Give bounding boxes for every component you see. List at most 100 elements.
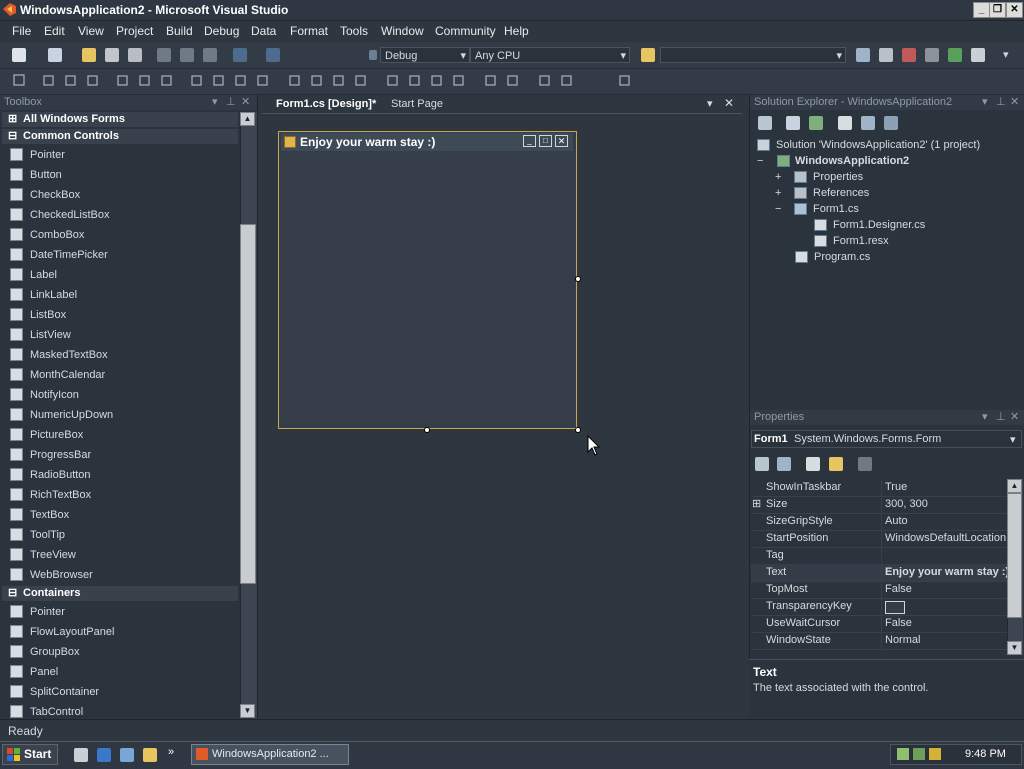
menu-data[interactable]: Data — [251, 24, 276, 38]
toolbox-item-pointer[interactable]: Pointer — [8, 146, 233, 164]
show-all-files-icon[interactable] — [786, 116, 800, 130]
toolbox-item-pointer[interactable]: Pointer — [8, 603, 233, 621]
class-diagram-icon[interactable] — [884, 116, 898, 130]
save-all-icon[interactable] — [128, 48, 142, 62]
scroll-down-button[interactable]: ▼ — [1007, 641, 1022, 655]
start-page-icon[interactable] — [948, 48, 962, 62]
close-icon[interactable]: ✕ — [1010, 95, 1019, 110]
toolbox-item-treeview[interactable]: TreeView — [8, 546, 233, 564]
config-select[interactable]: Debug ▾ — [380, 47, 470, 63]
categorized-icon[interactable] — [755, 457, 769, 471]
pin-icon[interactable]: ⊥ — [996, 410, 1006, 425]
toolbox-item-combobox[interactable]: ComboBox — [8, 226, 233, 244]
toolbox-item-groupbox[interactable]: GroupBox — [8, 643, 233, 661]
window-position-icon[interactable]: ▾ — [212, 95, 218, 110]
expand-icon[interactable]: + — [775, 169, 781, 185]
save-icon[interactable] — [105, 48, 119, 62]
resize-handle-bottom[interactable] — [424, 427, 430, 433]
events-icon[interactable] — [829, 457, 843, 471]
scroll-up-button[interactable]: ▲ — [240, 112, 255, 126]
scroll-up-button[interactable]: ▲ — [1007, 479, 1022, 493]
internet-explorer-icon[interactable] — [97, 748, 111, 762]
tray-app-icon[interactable] — [913, 748, 925, 760]
property-value[interactable]: WindowsDefaultLocation — [885, 530, 1007, 547]
properties-window-icon[interactable] — [879, 48, 893, 62]
toolbox-item-label[interactable]: Label — [8, 266, 233, 284]
toolbox-item-listbox[interactable]: ListBox — [8, 306, 233, 324]
find-combo[interactable]: ▾ — [660, 47, 846, 63]
toolbox-item-textbox[interactable]: TextBox — [8, 506, 233, 524]
platform-select[interactable]: Any CPU ▾ — [470, 47, 630, 63]
property-row-showintaskbar[interactable]: ShowInTaskbar True — [751, 479, 1007, 497]
menu-community[interactable]: Community — [435, 24, 496, 38]
command-window-icon[interactable] — [971, 48, 985, 62]
toolbox-item-richtextbox[interactable]: RichTextBox — [8, 486, 233, 504]
toolbox-item-webbrowser[interactable]: WebBrowser — [8, 566, 233, 584]
tab-list-icon[interactable]: ▾ — [707, 97, 713, 110]
toolbox-item-maskedtextbox[interactable]: MaskedTextBox — [8, 346, 233, 364]
toolbox-scroll-thumb[interactable] — [240, 224, 256, 584]
scroll-down-button[interactable]: ▼ — [240, 704, 255, 718]
property-value[interactable]: True — [885, 479, 1007, 496]
volume-icon[interactable] — [929, 748, 941, 760]
start-debug-icon[interactable] — [369, 50, 377, 60]
form-preview[interactable] — [278, 131, 577, 429]
toolbox-item-numericupdown[interactable]: NumericUpDown — [8, 406, 233, 424]
layout-toolbar-icons[interactable] — [8, 73, 648, 89]
toolbox-item-button[interactable]: Button — [8, 166, 233, 184]
toolbox-item-progressbar[interactable]: ProgressBar — [8, 446, 233, 464]
toolbox-group-common[interactable]: ⊟ Common Controls — [2, 129, 238, 144]
expand-icon[interactable]: + — [775, 185, 781, 201]
collapse-icon[interactable]: − — [775, 201, 781, 217]
toolbox-item-linklabel[interactable]: LinkLabel — [8, 286, 233, 304]
expand-icon[interactable]: ⊞ — [752, 496, 761, 513]
cut-icon[interactable] — [157, 48, 171, 62]
property-value[interactable]: False — [885, 581, 1007, 598]
toolbox-item-checkedlistbox[interactable]: CheckedListBox — [8, 206, 233, 224]
pin-icon[interactable]: ⊥ — [226, 95, 236, 110]
properties-scroll-thumb[interactable] — [1007, 493, 1022, 618]
refresh-icon[interactable] — [809, 116, 823, 130]
close-icon[interactable]: ✕ — [1010, 410, 1019, 425]
show-desktop-icon[interactable] — [74, 748, 88, 762]
property-pages-icon[interactable] — [858, 457, 872, 471]
resize-handle-right[interactable] — [575, 276, 581, 282]
tab-start-page[interactable]: Start Page — [391, 98, 443, 110]
menu-help[interactable]: Help — [504, 24, 529, 38]
taskbar-item-vs[interactable]: WindowsApplication2 ... — [191, 744, 349, 765]
paste-icon[interactable] — [203, 48, 217, 62]
toolbox-group-all[interactable]: ⊞ All Windows Forms — [2, 112, 238, 127]
pin-icon[interactable]: ⊥ — [996, 95, 1006, 110]
object-browser-icon[interactable] — [902, 48, 916, 62]
object-selector[interactable]: Form1 System.Windows.Forms.Form ▾ — [751, 430, 1022, 448]
property-row-topmost[interactable]: TopMost False — [751, 581, 1007, 599]
collapse-icon[interactable]: − — [757, 153, 763, 169]
redo-icon[interactable] — [266, 48, 280, 62]
toolbox-item-flowlayoutpanel[interactable]: FlowLayoutPanel — [8, 623, 233, 641]
property-row-size[interactable]: ⊞ Size 300, 300 — [751, 496, 1007, 514]
property-row-usewaitcursor[interactable]: UseWaitCursor False — [751, 615, 1007, 633]
undo-icon[interactable] — [233, 48, 247, 62]
property-row-windowstate[interactable]: WindowState Normal — [751, 632, 1007, 650]
view-code-icon[interactable] — [838, 116, 852, 130]
toolbox-icon[interactable] — [925, 48, 939, 62]
open-file-icon[interactable] — [82, 48, 96, 62]
minimize-button[interactable]: _ — [973, 2, 990, 18]
window-position-icon[interactable]: ▾ — [982, 410, 988, 425]
property-row-text[interactable]: Text Enjoy your warm stay :) — [751, 564, 1007, 582]
toolbar-options-icon[interactable]: ▾ — [1003, 48, 1009, 61]
search-icon[interactable] — [143, 748, 157, 762]
restore-button[interactable]: ❐ — [989, 2, 1006, 18]
close-icon[interactable]: ✕ — [241, 95, 250, 110]
properties-view-icon[interactable] — [806, 457, 820, 471]
menu-build[interactable]: Build — [166, 24, 193, 38]
toolbox-item-panel[interactable]: Panel — [8, 663, 233, 681]
window-position-icon[interactable]: ▾ — [982, 95, 988, 110]
add-item-icon[interactable] — [48, 48, 62, 62]
toolbox-item-datetimepicker[interactable]: DateTimePicker — [8, 246, 233, 264]
alphabetical-icon[interactable] — [777, 457, 791, 471]
close-button[interactable]: ✕ — [1006, 2, 1023, 18]
solution-explorer-icon[interactable] — [856, 48, 870, 62]
media-player-icon[interactable] — [120, 748, 134, 762]
toolbox-item-radiobutton[interactable]: RadioButton — [8, 466, 233, 484]
